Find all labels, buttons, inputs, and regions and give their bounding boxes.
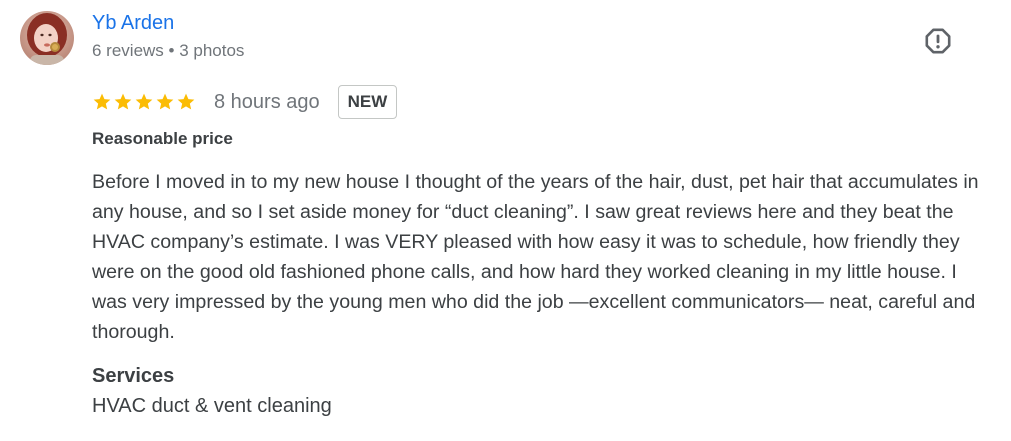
new-badge: NEW <box>337 85 398 119</box>
star-icon <box>177 93 195 110</box>
star-icon <box>93 93 111 110</box>
review-card: Yb Arden 6 reviews • 3 photos 8 hours ag… <box>0 0 1011 441</box>
review-time: 8 hours ago <box>214 90 320 113</box>
review-attribute: Reasonable price <box>92 129 233 148</box>
report-icon <box>925 28 951 54</box>
services-label: Services <box>92 365 175 387</box>
reviewer-avatar[interactable] <box>20 11 74 65</box>
star-icon <box>135 93 153 110</box>
review-text: Before I moved in to my new house I thou… <box>92 171 979 343</box>
report-button[interactable] <box>921 24 955 58</box>
star-icon <box>156 93 174 110</box>
rating-row: 8 hours ago NEW <box>92 84 398 120</box>
reviewer-name[interactable]: Yb Arden <box>92 12 174 35</box>
star-rating <box>92 92 196 112</box>
star-icon <box>114 93 132 110</box>
services-value: HVAC duct & vent cleaning <box>92 395 332 417</box>
reviewer-meta: 6 reviews • 3 photos <box>92 41 245 60</box>
